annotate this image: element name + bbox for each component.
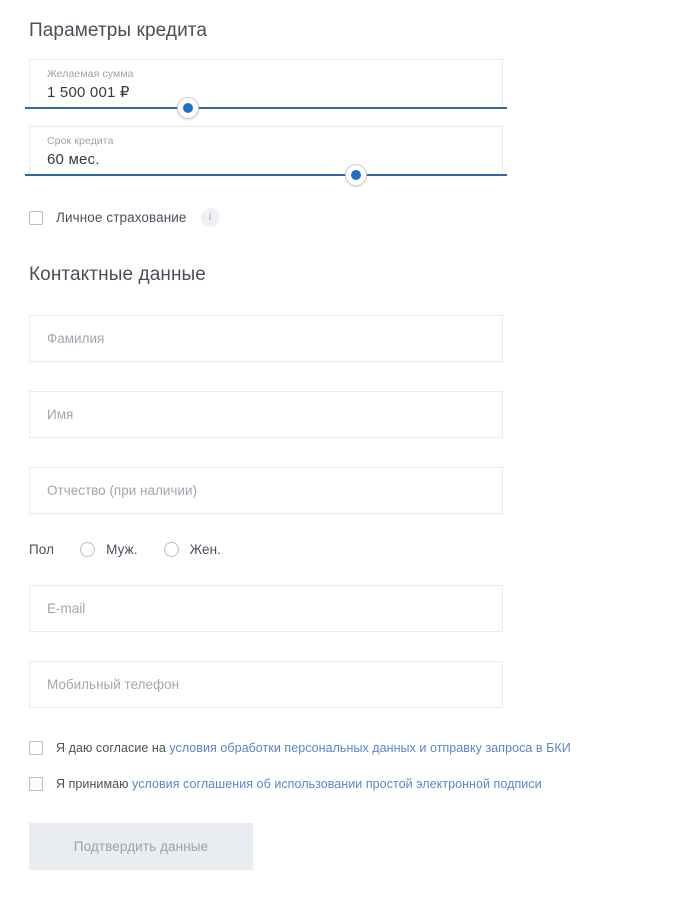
submit-button[interactable]: Подтвердить данные [29,823,253,870]
phone-input[interactable] [29,661,503,708]
term-display-box: Срок кредита 60 мес. [29,126,503,174]
amount-slider-track[interactable] [25,107,507,109]
signature-consent-link[interactable]: условия соглашения об использовании прос… [132,777,542,791]
insurance-checkbox[interactable] [29,210,43,225]
signature-consent-checkbox[interactable] [29,777,43,791]
email-input[interactable] [29,585,503,632]
contacts-section-title: Контактные данные [29,264,206,285]
middle-name-input[interactable] [29,467,503,514]
amount-slider-thumb[interactable] [177,97,199,119]
term-slider-track[interactable] [25,174,507,176]
signature-consent-prefix: Я принимаю [56,777,133,791]
last-name-input[interactable] [29,315,503,362]
amount-value: 1 500 001 ₽ [47,84,130,101]
term-caption: Срок кредита [47,135,114,147]
insurance-label: Личное страхование [56,210,187,225]
gender-radio-group: Пол Муж. Жен. [29,542,700,557]
gender-female-label: Жен. [189,542,221,557]
signature-consent-text: Я принимаю условия соглашения об использ… [56,777,542,791]
term-slider-field[interactable]: Срок кредита 60 мес. [25,126,507,186]
info-icon[interactable] [200,208,220,227]
amount-caption: Желаемая сумма [47,68,134,80]
gender-option-male[interactable]: Муж. [80,542,137,557]
amount-display-box: Желаемая сумма 1 500 001 ₽ [29,59,503,107]
personal-data-consent-prefix: Я даю согласие на [56,741,170,755]
personal-data-consent-checkbox[interactable] [29,741,43,755]
personal-data-consent-link[interactable]: условия обработки персональных данных и … [169,741,570,755]
insurance-checkbox-row[interactable]: Личное страхование [29,208,700,227]
loan-application-form: Параметры кредита Желаемая сумма 1 500 0… [0,0,700,922]
radio-male-icon[interactable] [80,542,96,557]
gender-option-female[interactable]: Жен. [163,542,221,557]
amount-slider-track-wrap[interactable] [25,97,507,119]
first-name-input[interactable] [29,391,503,438]
personal-data-consent-text: Я даю согласие на условия обработки перс… [56,741,571,755]
page-title: Параметры кредита [29,20,208,41]
term-slider-track-wrap[interactable] [25,164,507,186]
signature-consent-row[interactable]: Я принимаю условия соглашения об использ… [29,777,700,791]
amount-slider-field[interactable]: Желаемая сумма 1 500 001 ₽ [25,59,507,119]
term-slider-thumb[interactable] [345,164,367,186]
personal-data-consent-row[interactable]: Я даю согласие на условия обработки перс… [29,741,700,755]
term-value: 60 мес. [47,151,100,168]
gender-legend: Пол [29,542,55,557]
radio-female-icon[interactable] [163,542,179,557]
gender-male-label: Муж. [106,542,138,557]
